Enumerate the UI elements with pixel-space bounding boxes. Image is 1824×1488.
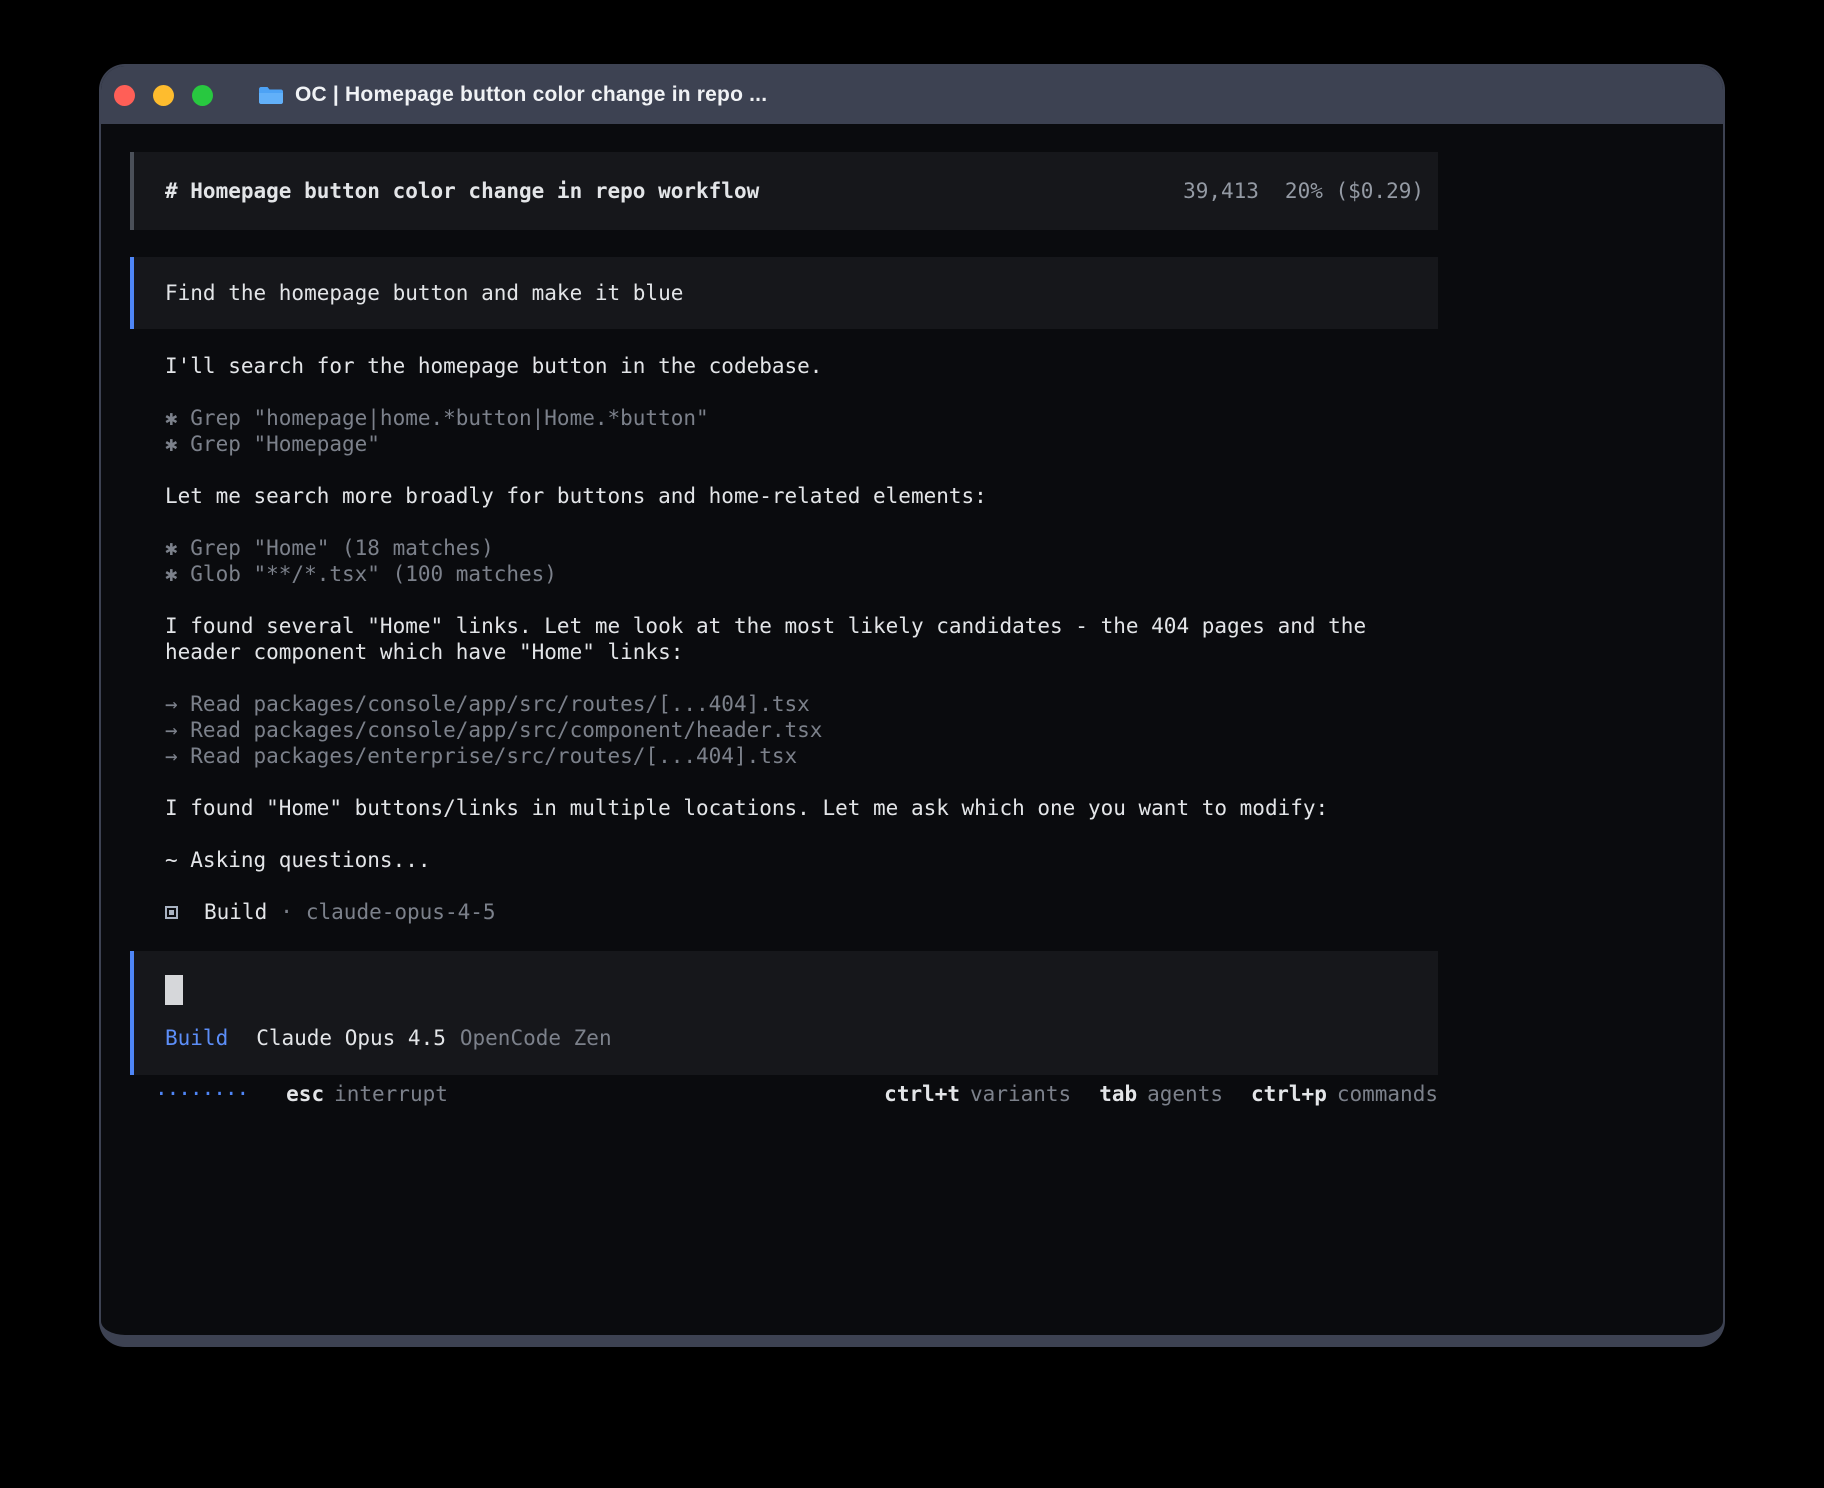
hint-interrupt: esc interrupt: [286, 1082, 448, 1106]
context-usage: 20% ($0.29): [1285, 179, 1424, 203]
terminal-content: # Homepage button color change in repo w…: [101, 152, 1723, 1109]
prompt-input[interactable]: Build Claude Opus 4.5 OpenCode Zen: [130, 951, 1438, 1075]
tool-call-read: → Read packages/enterprise/src/routes/[.…: [165, 743, 1438, 769]
tool-call-group: → Read packages/console/app/src/routes/[…: [165, 691, 1438, 769]
hint-label: commands: [1337, 1082, 1438, 1106]
tool-call-glob: ✱ Glob "**/*.tsx" (100 matches): [165, 561, 1438, 587]
spinner-dots: ········: [155, 1082, 248, 1106]
status-right: ctrl+t variants tab agents ctrl+p comman…: [884, 1082, 1438, 1106]
session-meta: 39,413 20% ($0.29): [1183, 179, 1424, 203]
tool-call-grep: ✱ Grep "homepage|home.*button|Home.*butt…: [165, 405, 1438, 431]
agent-model: claude-opus-4-5: [306, 899, 496, 925]
agent-name: Build: [204, 899, 267, 925]
hint-label: variants: [970, 1082, 1071, 1106]
key-tab: tab: [1099, 1082, 1137, 1106]
tui-column: # Homepage button color change in repo w…: [130, 152, 1438, 1109]
user-message: Find the homepage button and make it blu…: [130, 257, 1438, 329]
hint-commands: ctrl+p commands: [1251, 1082, 1438, 1106]
hint-label: interrupt: [334, 1082, 448, 1106]
session-header: # Homepage button color change in repo w…: [130, 152, 1438, 230]
status-bar: ········ esc interrupt ctrl+t variants t…: [130, 1079, 1438, 1109]
close-button[interactable]: [114, 85, 135, 106]
tool-call-grep: ✱ Grep "Homepage": [165, 431, 1438, 457]
text-cursor: [165, 975, 183, 1005]
key-ctrl-p: ctrl+p: [1251, 1082, 1327, 1106]
key-esc: esc: [286, 1082, 324, 1106]
tool-call-read: → Read packages/console/app/src/routes/[…: [165, 691, 1438, 717]
hint-label: agents: [1147, 1082, 1223, 1106]
tool-call-grep: ✱ Grep "Home" (18 matches): [165, 535, 1438, 561]
assistant-paragraph: I'll search for the homepage button in t…: [165, 353, 1438, 379]
hint-agents: tab agents: [1099, 1082, 1223, 1106]
agent-icon: [165, 906, 178, 919]
zoom-button[interactable]: [192, 85, 213, 106]
agent-mode-label: Build: [165, 1025, 228, 1051]
token-count: 39,413: [1183, 179, 1259, 203]
hint-variants: ctrl+t variants: [884, 1082, 1071, 1106]
terminal-window: OC | Homepage button color change in rep…: [99, 64, 1725, 1347]
session-title: # Homepage button color change in repo w…: [165, 179, 759, 203]
tool-call-group: ✱ Grep "Home" (18 matches) ✱ Glob "**/*.…: [165, 535, 1438, 587]
agent-separator: ·: [280, 899, 293, 925]
window-title: OC | Homepage button color change in rep…: [295, 83, 767, 107]
user-message-text: Find the homepage button and make it blu…: [165, 281, 683, 305]
assistant-paragraph: I found several "Home" links. Let me loo…: [165, 613, 1438, 665]
conversation-body: I'll search for the homepage button in t…: [130, 353, 1438, 925]
tool-call-group: ✱ Grep "homepage|home.*button|Home.*butt…: [165, 405, 1438, 457]
key-ctrl-t: ctrl+t: [884, 1082, 960, 1106]
status-left: ········ esc interrupt: [155, 1082, 448, 1106]
folder-icon: [258, 85, 284, 106]
minimize-button[interactable]: [153, 85, 174, 106]
model-provider: OpenCode Zen: [460, 1025, 612, 1051]
assistant-status-text: ~ Asking questions...: [165, 847, 1438, 873]
agent-status-row: Build · claude-opus-4-5: [165, 899, 1438, 925]
tool-call-read: → Read packages/console/app/src/componen…: [165, 717, 1438, 743]
assistant-paragraph: I found "Home" buttons/links in multiple…: [165, 795, 1438, 821]
model-line: Build Claude Opus 4.5 OpenCode Zen: [165, 1025, 1407, 1051]
model-name: Claude Opus 4.5: [256, 1025, 446, 1051]
assistant-paragraph: Let me search more broadly for buttons a…: [165, 483, 1438, 509]
window-titlebar[interactable]: OC | Homepage button color change in rep…: [101, 66, 1723, 124]
